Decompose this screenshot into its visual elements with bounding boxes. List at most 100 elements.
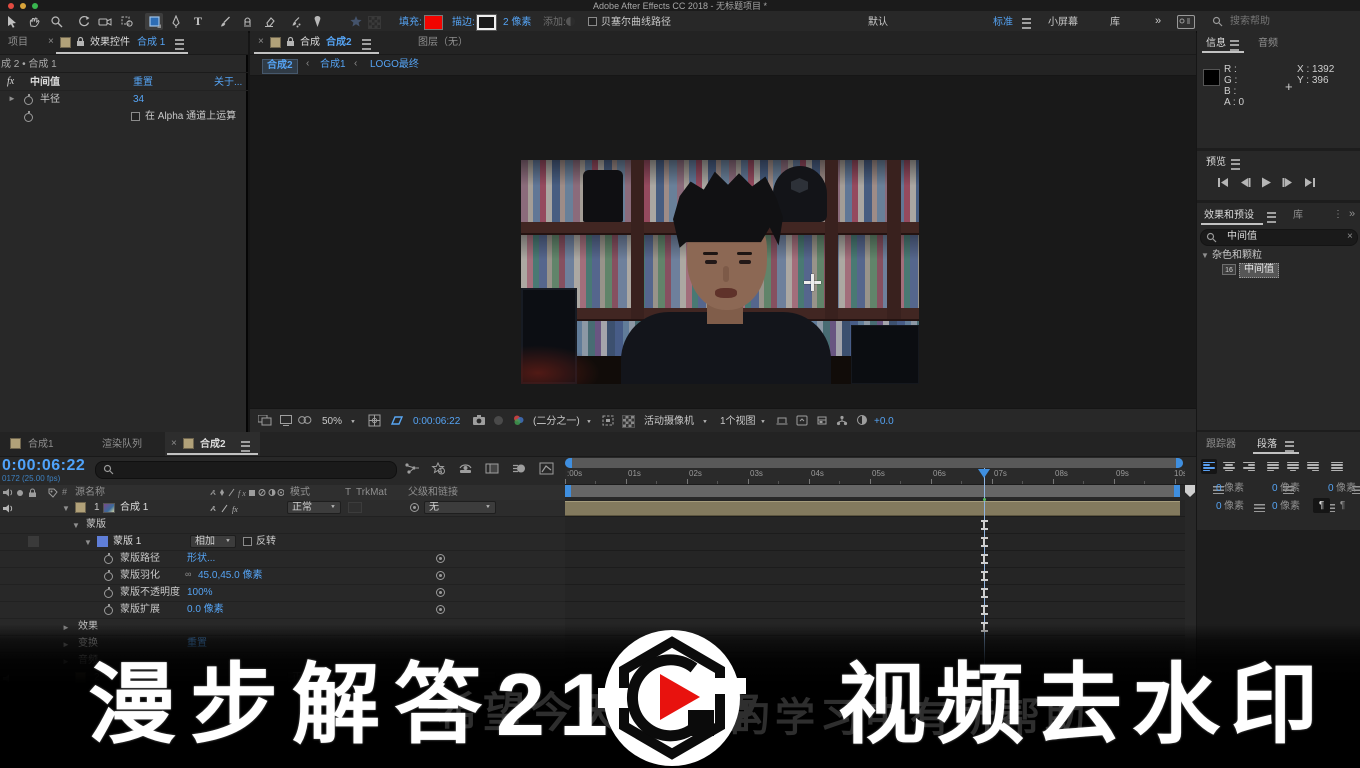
overflow-icon[interactable]: » <box>1349 208 1355 221</box>
blend-mode-dropdown[interactable]: 正常▼ <box>287 501 341 514</box>
audio-on-icon[interactable] <box>3 504 13 513</box>
stopwatch-icon[interactable] <box>104 606 113 615</box>
mask1-row[interactable]: ▼ 蒙版 1 相加▼ 反转 <box>0 534 565 551</box>
align-left-button[interactable] <box>1201 459 1217 474</box>
space-before-value[interactable]: 0 <box>1272 483 1278 495</box>
work-area-bar[interactable] <box>565 485 1180 497</box>
effects-search-value[interactable]: 中间值 <box>1227 231 1257 243</box>
keyframe-marker[interactable] <box>981 537 988 547</box>
stopwatch-icon[interactable] <box>104 572 113 581</box>
clear-search-icon[interactable]: × <box>1347 231 1353 243</box>
last-frame-icon[interactable] <box>1303 177 1316 188</box>
stopwatch-icon[interactable] <box>24 113 33 122</box>
resolution-value[interactable]: (二分之一) <box>533 416 580 428</box>
channels-icon[interactable] <box>512 414 525 426</box>
frame-blending-icon[interactable] <box>485 462 499 475</box>
text-direction-ltr-button[interactable]: ¶ <box>1313 498 1330 513</box>
primary-viewer-icon[interactable] <box>280 415 292 426</box>
rotation-tool-icon[interactable] <box>74 13 92 30</box>
tab-audio[interactable]: 音频 <box>1258 38 1278 50</box>
panel-menu-icon[interactable] <box>1285 441 1294 452</box>
breadcrumb-comp2[interactable]: 合成2 <box>262 59 298 74</box>
mask-expansion-value[interactable]: 0.0 像素 <box>187 604 224 616</box>
timeline-button-icon[interactable] <box>816 415 828 426</box>
tab-close-icon[interactable]: × <box>171 438 177 450</box>
stroke-color-swatch[interactable] <box>477 15 496 30</box>
hand-tool-icon[interactable] <box>25 13 43 30</box>
mask-feather-value[interactable]: 45.0,45.0 像素 <box>198 570 262 582</box>
roto-brush-tool-icon[interactable] <box>286 13 304 30</box>
align-center-button[interactable] <box>1221 459 1237 474</box>
tab-close-icon[interactable]: × <box>48 36 54 48</box>
previous-frame-icon[interactable] <box>1239 177 1252 188</box>
property-pickwhip-icon[interactable] <box>436 588 445 597</box>
effects-category[interactable]: 杂色和颗粒 <box>1212 250 1262 262</box>
flowchart-button-icon[interactable] <box>836 415 848 426</box>
keyframe-marker[interactable] <box>981 605 988 615</box>
first-frame-icon[interactable] <box>1217 177 1230 188</box>
indent-left-value[interactable]: 0 <box>1216 483 1222 495</box>
tab-effect-controls-comp[interactable]: 合成 1 <box>137 37 165 49</box>
trkmat-column[interactable]: TrkMat <box>356 487 387 499</box>
tab-info[interactable]: 信息 <box>1206 38 1226 50</box>
layer-name[interactable]: 合成 1 <box>120 502 148 514</box>
channel-mask-icon[interactable] <box>298 415 312 425</box>
pen-tool-icon[interactable] <box>167 13 185 30</box>
keyframe-marker[interactable] <box>981 588 988 598</box>
align-right-button[interactable] <box>1241 459 1257 474</box>
help-search-input[interactable] <box>1228 13 1357 30</box>
chevron-down-icon[interactable]: ▼ <box>350 420 356 426</box>
indent-right-value[interactable]: 0 <box>1216 501 1222 513</box>
time-ruler[interactable]: :00s 01s 02s 03s 04s 05s 06s 07s 08s 09s… <box>565 468 1185 485</box>
work-area-end-handle[interactable] <box>1174 485 1180 497</box>
panel-menu-icon[interactable] <box>362 39 371 50</box>
lock-icon[interactable] <box>286 36 295 47</box>
transparency-grid-icon[interactable] <box>622 415 635 428</box>
workspace-small-screen[interactable]: 小屏幕 <box>1048 17 1078 29</box>
navigator-start-handle[interactable] <box>565 458 572 468</box>
stopwatch-icon[interactable] <box>104 589 113 598</box>
keyframe-marker[interactable] <box>981 571 988 581</box>
mask-invert-checkbox[interactable] <box>243 537 252 546</box>
indent-first-value[interactable]: 0 <box>1328 483 1334 495</box>
play-icon[interactable] <box>1261 177 1272 188</box>
justify-last-left-button[interactable] <box>1265 459 1281 474</box>
tab-composition-word[interactable]: 合成 <box>300 37 320 49</box>
tab-close-icon[interactable]: × <box>258 36 264 48</box>
property-pickwhip-icon[interactable] <box>436 554 445 563</box>
work-area-start-handle[interactable] <box>565 485 571 497</box>
expand-triangle-icon[interactable]: ▼ <box>72 521 80 531</box>
composition-viewer[interactable] <box>250 76 1196 408</box>
parent-pickwhip-icon[interactable] <box>410 503 419 512</box>
preview-title[interactable]: 预览 <box>1206 157 1226 169</box>
chevron-down-icon[interactable]: ▼ <box>586 420 592 426</box>
text-direction-rtl-button[interactable]: ¶ <box>1334 498 1351 513</box>
panel-menu-icon[interactable] <box>1230 40 1239 51</box>
bezier-path-checkbox[interactable] <box>588 17 597 26</box>
pan-behind-tool-icon[interactable] <box>118 13 136 30</box>
layer-duration-bar[interactable] <box>565 501 1180 516</box>
workspace-default[interactable]: 默认 <box>868 17 888 29</box>
camera-view-value[interactable]: 活动摄像机 <box>644 416 694 428</box>
timeline-timecode[interactable]: 0:00:06:22 <box>2 456 85 475</box>
more-tabs-icon[interactable]: ⋮ <box>1333 209 1343 221</box>
expand-triangle-icon[interactable]: ▼ <box>62 504 70 514</box>
brush-tool-icon[interactable] <box>216 13 234 30</box>
motion-blur-icon[interactable] <box>512 462 527 475</box>
effect-reset-link[interactable]: 重置 <box>133 77 153 89</box>
tab-comp1[interactable]: 合成1 <box>28 439 54 451</box>
fill-color-swatch[interactable] <box>424 15 443 30</box>
mask-opacity-row[interactable]: 蒙版不透明度 100% <box>0 585 565 602</box>
panel-menu-icon[interactable] <box>175 39 184 50</box>
selection-tool-icon[interactable] <box>3 13 21 30</box>
view-layout-value[interactable]: 1个视图 <box>720 416 756 428</box>
alpha-checkbox[interactable] <box>131 112 140 121</box>
exposure-value[interactable]: +0.0 <box>874 416 894 428</box>
mask-preset-icon[interactable] <box>368 16 381 29</box>
mask-path-value[interactable]: 形状... <box>187 553 215 565</box>
panel-menu-icon[interactable] <box>1267 212 1276 223</box>
mode-column[interactable]: 模式 <box>290 487 310 499</box>
workspace-standard[interactable]: 标准 <box>993 17 1013 29</box>
zoom-tool-icon[interactable] <box>47 13 65 30</box>
timeline-navigator-bar[interactable] <box>565 458 1183 468</box>
